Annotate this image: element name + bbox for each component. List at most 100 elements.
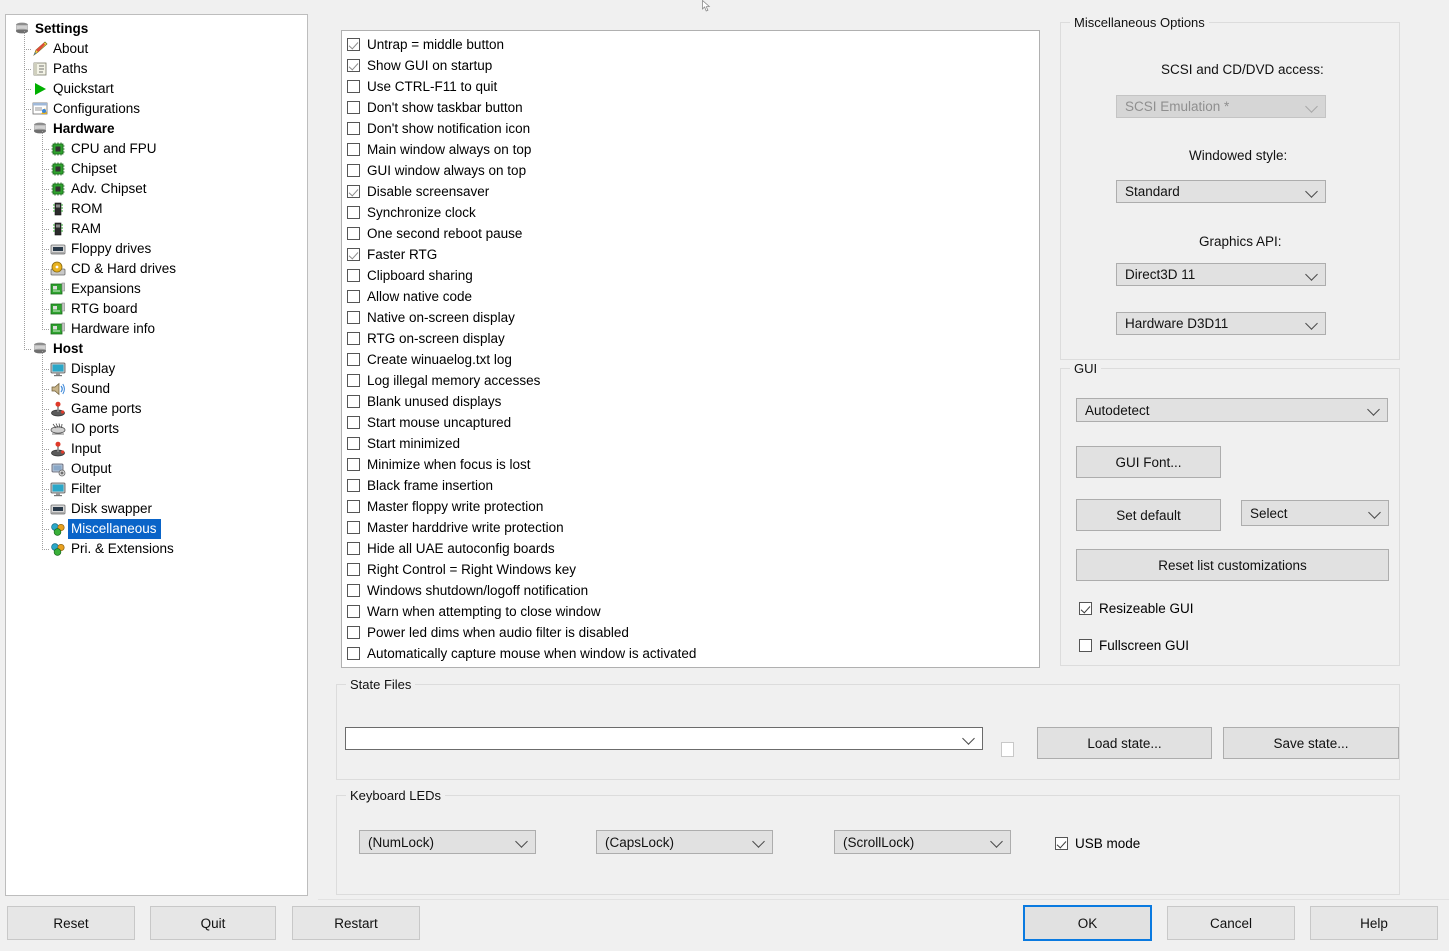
capslock-led-dropdown[interactable]: (CapsLock) bbox=[596, 830, 773, 854]
sidebar-item-cd-hard-drives[interactable]: CD & Hard drives bbox=[6, 259, 307, 279]
restart-button[interactable]: Restart bbox=[292, 906, 420, 940]
option-checkbox-show-gui-on-startup[interactable]: Show GUI on startup bbox=[347, 56, 492, 74]
option-checkbox-disable-screensaver[interactable]: Disable screensaver bbox=[347, 182, 489, 200]
cancel-button[interactable]: Cancel bbox=[1167, 906, 1295, 940]
option-checkbox-log-illegal-memory-accesses[interactable]: Log illegal memory accesses bbox=[347, 371, 540, 389]
option-checkbox-faster-rtg[interactable]: Faster RTG bbox=[347, 245, 437, 263]
sidebar-item-configurations[interactable]: Configurations bbox=[6, 99, 307, 119]
misc-options-checkbox-list[interactable]: Untrap = middle button Show GUI on startu… bbox=[341, 30, 1040, 668]
option-label: Synchronize clock bbox=[367, 204, 476, 220]
option-checkbox-clipboard-sharing[interactable]: Clipboard sharing bbox=[347, 266, 473, 284]
option-checkbox-use-ctrl-f11-to-quit[interactable]: Use CTRL-F11 to quit bbox=[347, 77, 497, 95]
help-button[interactable]: Help bbox=[1310, 906, 1438, 940]
state-files-extra-checkbox[interactable] bbox=[1001, 740, 1021, 758]
option-checkbox-start-minimized[interactable]: Start minimized bbox=[347, 434, 460, 452]
option-checkbox-create-winuaelog-txt-log[interactable]: Create winuaelog.txt log bbox=[347, 350, 512, 368]
checkbox-box bbox=[347, 625, 360, 639]
settings-tree-panel[interactable]: Settings About Paths Quickstart Configuratio… bbox=[5, 14, 308, 896]
fullscreen-gui-checkbox[interactable]: Fullscreen GUI bbox=[1079, 636, 1189, 654]
option-checkbox-master-floppy-write-protection[interactable]: Master floppy write protection bbox=[347, 497, 543, 515]
sidebar-item-disk-swapper[interactable]: Disk swapper bbox=[6, 499, 307, 519]
settings-tree[interactable]: Settings About Paths Quickstart Configuratio… bbox=[6, 15, 307, 559]
option-checkbox-windows-shutdown-logoff-notification[interactable]: Windows shutdown/logoff notification bbox=[347, 581, 588, 599]
option-checkbox-allow-native-code[interactable]: Allow native code bbox=[347, 287, 472, 305]
scrolllock-led-dropdown[interactable]: (ScrollLock) bbox=[834, 830, 1011, 854]
sidebar-item-chipset[interactable]: Chipset bbox=[6, 159, 307, 179]
sidebar-item-adv-chipset[interactable]: Adv. Chipset bbox=[6, 179, 307, 199]
sidebar-item-floppy-drives[interactable]: Floppy drives bbox=[6, 239, 307, 259]
option-checkbox-hide-all-uae-autoconfig-boards[interactable]: Hide all UAE autoconfig boards bbox=[347, 539, 555, 557]
sidebar-item-rom[interactable]: ROM bbox=[6, 199, 307, 219]
sidebar-item-ram[interactable]: RAM bbox=[6, 219, 307, 239]
load-state-button[interactable]: Load state... bbox=[1037, 727, 1212, 759]
resizeable-gui-checkbox[interactable]: Resizeable GUI bbox=[1079, 599, 1194, 617]
pencil-icon bbox=[32, 41, 48, 57]
option-checkbox-start-mouse-uncaptured[interactable]: Start mouse uncaptured bbox=[347, 413, 511, 431]
tree-connector bbox=[24, 109, 32, 110]
sidebar-item-about[interactable]: About bbox=[6, 39, 307, 59]
sidebar-item-pri-extensions[interactable]: Pri. & Extensions bbox=[6, 539, 307, 559]
numlock-led-dropdown[interactable]: (NumLock) bbox=[359, 830, 536, 854]
sidebar-item-hardware[interactable]: Hardware bbox=[6, 119, 307, 139]
graphics-mode-dropdown[interactable]: Hardware D3D11 bbox=[1116, 312, 1326, 335]
sidebar-item-paths[interactable]: Paths bbox=[6, 59, 307, 79]
usb-mode-checkbox[interactable]: USB mode bbox=[1055, 834, 1140, 852]
sidebar-item-game-ports[interactable]: Game ports bbox=[6, 399, 307, 419]
monitor-icon bbox=[50, 361, 66, 377]
option-checkbox-don-t-show-notification-icon[interactable]: Don't show notification icon bbox=[347, 119, 530, 137]
sidebar-item-filter[interactable]: Filter bbox=[6, 479, 307, 499]
sidebar-item-sound[interactable]: Sound bbox=[6, 379, 307, 399]
option-checkbox-master-harddrive-write-protection[interactable]: Master harddrive write protection bbox=[347, 518, 564, 536]
option-label: Don't show taskbar button bbox=[367, 99, 523, 115]
mouse-cursor-icon bbox=[702, 0, 711, 12]
sidebar-item-expansions[interactable]: Expansions bbox=[6, 279, 307, 299]
checkbox-box bbox=[347, 121, 360, 135]
set-default-button[interactable]: Set default bbox=[1076, 499, 1221, 531]
quit-button[interactable]: Quit bbox=[150, 906, 276, 940]
sidebar-item-display[interactable]: Display bbox=[6, 359, 307, 379]
windowed-style-dropdown[interactable]: Standard bbox=[1116, 180, 1326, 203]
sidebar-item-input[interactable]: Input bbox=[6, 439, 307, 459]
sidebar-item-settings[interactable]: Settings bbox=[6, 19, 307, 39]
gui-select-dropdown[interactable]: Select bbox=[1241, 500, 1389, 526]
option-checkbox-untrap-middle-button[interactable]: Untrap = middle button bbox=[347, 35, 504, 53]
option-checkbox-one-second-reboot-pause[interactable]: One second reboot pause bbox=[347, 224, 522, 242]
sidebar-item-hardware-info[interactable]: Hardware info bbox=[6, 319, 307, 339]
option-checkbox-automatically-capture-mouse-when-window-is-activated[interactable]: Automatically capture mouse when window … bbox=[347, 644, 696, 662]
sidebar-item-host[interactable]: Host bbox=[6, 339, 307, 359]
option-checkbox-don-t-show-taskbar-button[interactable]: Don't show taskbar button bbox=[347, 98, 523, 116]
gui-font-button[interactable]: GUI Font... bbox=[1076, 446, 1221, 478]
option-checkbox-blank-unused-displays[interactable]: Blank unused displays bbox=[347, 392, 501, 410]
reset-list-customizations-button[interactable]: Reset list customizations bbox=[1076, 549, 1389, 581]
sidebar-item-output[interactable]: Output bbox=[6, 459, 307, 479]
option-checkbox-black-frame-insertion[interactable]: Black frame insertion bbox=[347, 476, 493, 494]
tree-connector bbox=[24, 89, 32, 90]
option-checkbox-main-window-always-on-top[interactable]: Main window always on top bbox=[347, 140, 531, 158]
sidebar-item-io-ports[interactable]: IO ports bbox=[6, 419, 307, 439]
tree-connector bbox=[42, 289, 50, 290]
graphics-api-dropdown[interactable]: Direct3D 11 bbox=[1116, 263, 1326, 286]
option-checkbox-gui-window-always-on-top[interactable]: GUI window always on top bbox=[347, 161, 526, 179]
tree-connector bbox=[42, 429, 50, 430]
sidebar-item-rtg-board[interactable]: RTG board bbox=[6, 299, 307, 319]
gui-theme-dropdown[interactable]: Autodetect bbox=[1076, 398, 1388, 422]
sidebar-item-cpu-and-fpu[interactable]: CPU and FPU bbox=[6, 139, 307, 159]
sidebar-item-miscellaneous[interactable]: Miscellaneous bbox=[6, 519, 307, 539]
option-checkbox-warn-when-attempting-to-close-window[interactable]: Warn when attempting to close window bbox=[347, 602, 601, 620]
save-state-button[interactable]: Save state... bbox=[1223, 727, 1399, 759]
checkbox-box bbox=[347, 436, 360, 450]
checkbox-box bbox=[347, 457, 360, 471]
option-checkbox-right-control-right-windows-key[interactable]: Right Control = Right Windows key bbox=[347, 560, 576, 578]
reset-button[interactable]: Reset bbox=[7, 906, 135, 940]
option-checkbox-power-led-dims-when-audio-filter-is-disabled[interactable]: Power led dims when audio filter is disa… bbox=[347, 623, 629, 641]
option-checkbox-minimize-when-focus-is-lost[interactable]: Minimize when focus is lost bbox=[347, 455, 531, 473]
speaker-icon bbox=[50, 381, 66, 397]
sidebar-item-label: Floppy drives bbox=[71, 241, 152, 256]
option-checkbox-synchronize-clock[interactable]: Synchronize clock bbox=[347, 203, 476, 221]
scsi-access-dropdown[interactable]: SCSI Emulation * bbox=[1116, 95, 1326, 118]
option-checkbox-rtg-on-screen-display[interactable]: RTG on-screen display bbox=[347, 329, 505, 347]
sidebar-item-quickstart[interactable]: Quickstart bbox=[6, 79, 307, 99]
ok-button[interactable]: OK bbox=[1023, 905, 1152, 941]
state-file-path-dropdown[interactable] bbox=[345, 727, 983, 750]
option-checkbox-native-on-screen-display[interactable]: Native on-screen display bbox=[347, 308, 515, 326]
